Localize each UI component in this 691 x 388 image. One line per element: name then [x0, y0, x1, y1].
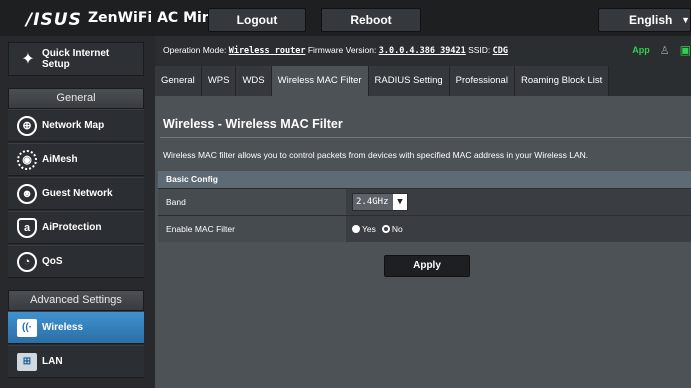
firmware-label: Firmware Version:: [307, 45, 377, 55]
status-icons: App ♙ ▣: [632, 43, 691, 57]
band-row: Band 2.4GHz ▼: [158, 188, 691, 215]
sidebar-item-label: LAN: [42, 356, 63, 367]
sidebar-item-qos[interactable]: ◔ QoS: [8, 245, 144, 278]
enable-mac-filter-row: Enable MAC Filter Yes No: [158, 215, 691, 242]
guest-network-icon: ☻: [12, 183, 42, 205]
sidebar-item-label: Wireless: [42, 322, 84, 333]
tab-wds[interactable]: WDS: [236, 66, 272, 96]
shield-icon: a: [12, 217, 42, 239]
op-mode-value-link[interactable]: Wireless router: [229, 46, 306, 56]
sidebar-item-aimesh[interactable]: ◉ AiMesh: [8, 143, 144, 176]
app-link[interactable]: App: [632, 45, 650, 55]
firmware-version-link[interactable]: 3.0.0.4.386_39421: [379, 46, 466, 56]
language-label: English: [629, 13, 673, 27]
op-mode-label: Operation Mode:: [163, 45, 227, 55]
sidebar-item-label: AiMesh: [42, 154, 78, 165]
radio-yes-label: Yes: [362, 224, 376, 234]
quick-internet-setup-label: Quick Internet Setup: [42, 48, 110, 70]
sidebar-item-lan[interactable]: ⊞ LAN: [8, 345, 144, 378]
radio-no-label: No: [391, 224, 403, 234]
radio-no[interactable]: No: [381, 224, 403, 234]
chevron-down-icon: ▼: [681, 15, 690, 25]
sidebar-item-label: QoS: [42, 256, 63, 267]
chevron-down-icon: ▼: [393, 194, 407, 210]
status-bar: Operation Mode: Wireless router Firmware…: [155, 36, 691, 66]
lan-icon: ⊞: [12, 351, 42, 373]
advanced-settings-header: Advanced Settings: [8, 290, 144, 311]
speedometer-icon: ◔: [12, 251, 42, 273]
content-area: Wireless - Wireless MAC Filter Wireless …: [155, 96, 691, 388]
sidebar-item-wireless[interactable]: ((· Wireless: [8, 311, 144, 344]
page-description: Wireless MAC filter allows you to contro…: [163, 150, 589, 160]
logout-button[interactable]: Logout: [208, 8, 306, 32]
band-select[interactable]: 2.4GHz ▼: [352, 193, 408, 211]
basic-config-header: Basic Config: [158, 171, 691, 188]
apply-button[interactable]: Apply: [384, 255, 470, 277]
sidebar-item-label: AiProtection: [42, 222, 102, 233]
radio-no-dot-icon: [381, 225, 390, 233]
sidebar-item-guest-network[interactable]: ☻ Guest Network: [8, 177, 144, 210]
sidebar-item-label: Guest Network: [42, 188, 113, 199]
radio-yes-dot-icon: [352, 225, 360, 233]
sidebar-item-network-map[interactable]: ⊕ Network Map: [8, 109, 144, 142]
ssid-label: SSID:: [468, 45, 491, 55]
asus-logo[interactable]: /ISUS: [26, 10, 82, 30]
sidebar-item-label: Network Map: [42, 120, 105, 131]
tab-wps[interactable]: WPS: [201, 66, 237, 96]
radio-yes[interactable]: Yes: [352, 224, 376, 234]
aimesh-icon: ◉: [12, 149, 42, 171]
tab-radius-setting[interactable]: RADIUS Setting: [368, 66, 450, 96]
page-title: Wireless - Wireless MAC Filter: [163, 117, 343, 131]
general-header: General: [8, 88, 144, 109]
wand-icon: ✦: [21, 51, 35, 68]
network-status-icon[interactable]: ▣: [680, 43, 691, 57]
quick-internet-setup-button[interactable]: ✦ Quick Internet Setup: [8, 42, 144, 76]
reboot-button[interactable]: Reboot: [321, 8, 421, 32]
globe-icon: ⊕: [12, 115, 42, 137]
title-divider: [160, 137, 691, 138]
tab-wireless-mac-filter[interactable]: Wireless MAC Filter: [271, 66, 369, 96]
sidebar-item-aiprotection[interactable]: a AiProtection: [8, 211, 144, 244]
wifi-icon: ((·: [12, 317, 42, 339]
band-label: Band: [158, 189, 346, 215]
language-select[interactable]: English ▼: [598, 8, 691, 32]
top-bar: /ISUS ZenWiFi AC Mini Logout Reboot Engl…: [0, 0, 691, 36]
tab-bar: General WPS WDS Wireless MAC Filter RADI…: [155, 66, 691, 96]
users-icon[interactable]: ♙: [660, 44, 670, 57]
band-select-value: 2.4GHz: [356, 197, 389, 207]
status-line: Operation Mode: Wireless router Firmware…: [163, 45, 508, 56]
ssid-value-link[interactable]: CDG: [493, 46, 508, 56]
tab-professional[interactable]: Professional: [449, 66, 515, 96]
enable-mac-filter-label: Enable MAC Filter: [158, 216, 346, 242]
model-name: ZenWiFi AC Mini: [88, 10, 217, 26]
basic-config-table: Basic Config Band 2.4GHz ▼ Enable MAC Fi…: [158, 171, 691, 242]
tab-roaming-block-list[interactable]: Roaming Block List: [514, 66, 610, 96]
tab-general[interactable]: General: [155, 66, 202, 96]
